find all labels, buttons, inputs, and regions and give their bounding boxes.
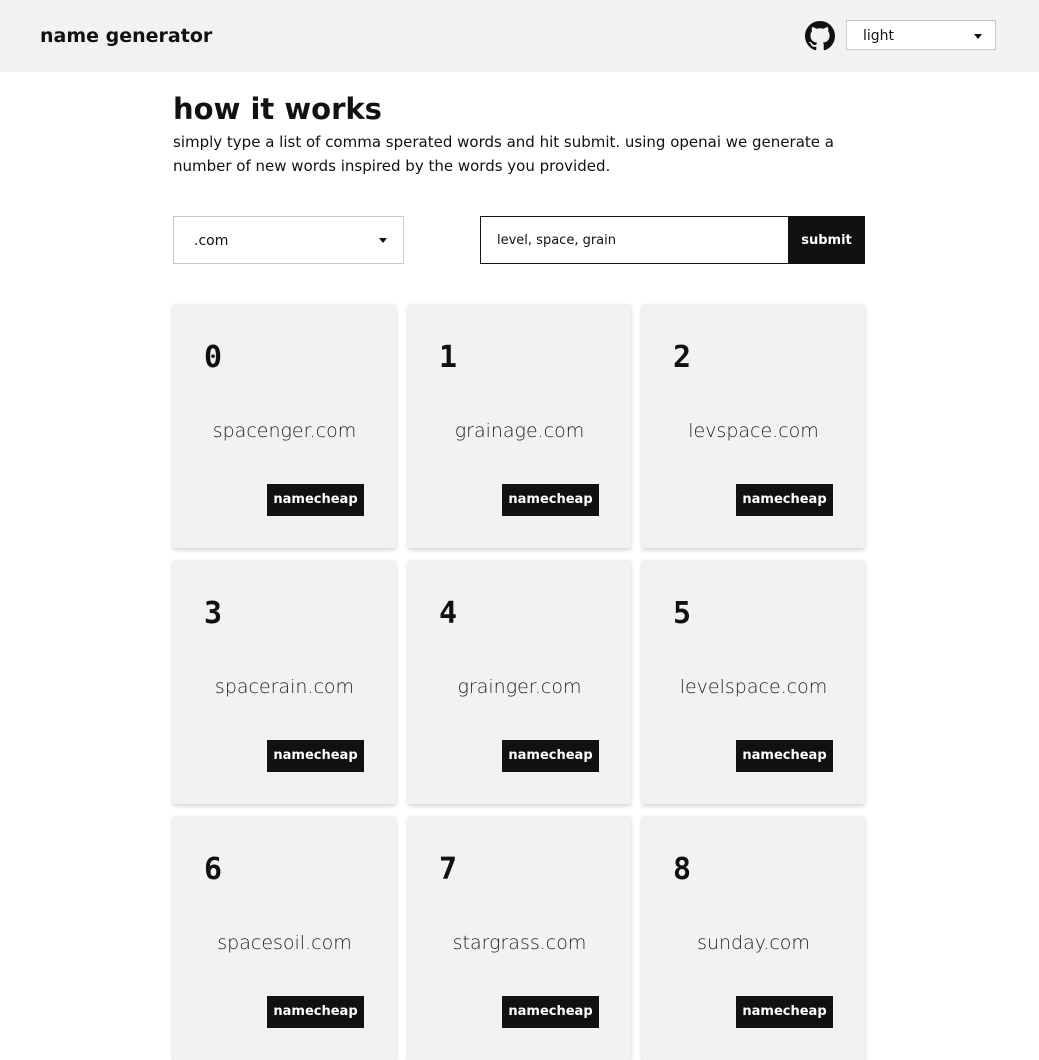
result-card: 5 levelspace.com namecheap bbox=[642, 560, 865, 804]
namecheap-button[interactable]: namecheap bbox=[267, 484, 364, 516]
result-card: 0 spacenger.com namecheap bbox=[173, 304, 396, 548]
result-card: 6 spacesoil.com namecheap bbox=[173, 816, 396, 1060]
tld-select-value: .com bbox=[194, 233, 229, 249]
theme-select-value: light bbox=[863, 28, 895, 44]
result-index: 4 bbox=[439, 596, 458, 631]
result-index: 1 bbox=[439, 340, 458, 375]
result-domain: stargrass.com bbox=[452, 932, 587, 954]
namecheap-button[interactable]: namecheap bbox=[736, 996, 833, 1028]
result-domain: levelspace.com bbox=[679, 676, 828, 698]
app-header: name generator light bbox=[0, 0, 1039, 72]
result-domain: spacesoil.com bbox=[217, 932, 352, 954]
words-input[interactable] bbox=[480, 216, 789, 264]
result-index: 2 bbox=[673, 340, 692, 375]
page-title: how it works bbox=[173, 92, 382, 126]
result-index: 5 bbox=[673, 596, 692, 631]
result-domain: spacenger.com bbox=[212, 420, 357, 442]
result-card: 1 grainage.com namecheap bbox=[408, 304, 631, 548]
result-domain: grainage.com bbox=[454, 420, 585, 442]
app-title[interactable]: name generator bbox=[40, 25, 212, 47]
page-description: simply type a list of comma sperated wor… bbox=[173, 133, 834, 175]
namecheap-button[interactable]: namecheap bbox=[267, 996, 364, 1028]
result-card: 4 grainger.com namecheap bbox=[408, 560, 631, 804]
result-card: 8 sunday.com namecheap bbox=[642, 816, 865, 1060]
result-index: 3 bbox=[204, 596, 223, 631]
submit-button[interactable]: submit bbox=[788, 216, 865, 264]
chevron-down-icon bbox=[379, 238, 387, 243]
theme-select[interactable]: light bbox=[846, 20, 996, 50]
result-card: 2 levspace.com namecheap bbox=[642, 304, 865, 548]
namecheap-button[interactable]: namecheap bbox=[502, 484, 599, 516]
namecheap-button[interactable]: namecheap bbox=[736, 484, 833, 516]
namecheap-button[interactable]: namecheap bbox=[502, 740, 599, 772]
result-card: 3 spacerain.com namecheap bbox=[173, 560, 396, 804]
result-domain: spacerain.com bbox=[214, 676, 355, 698]
result-index: 8 bbox=[673, 852, 692, 887]
result-card: 7 stargrass.com namecheap bbox=[408, 816, 631, 1060]
result-index: 0 bbox=[204, 340, 223, 375]
namecheap-button[interactable]: namecheap bbox=[502, 996, 599, 1028]
namecheap-button[interactable]: namecheap bbox=[267, 740, 364, 772]
result-domain: levspace.com bbox=[688, 420, 819, 442]
namecheap-button[interactable]: namecheap bbox=[736, 740, 833, 772]
tld-select[interactable]: .com bbox=[173, 216, 404, 264]
github-icon[interactable] bbox=[805, 21, 835, 51]
result-domain: grainger.com bbox=[457, 676, 582, 698]
chevron-down-icon bbox=[974, 34, 982, 39]
result-index: 7 bbox=[439, 852, 458, 887]
result-index: 6 bbox=[204, 852, 223, 887]
result-domain: sunday.com bbox=[697, 932, 810, 954]
